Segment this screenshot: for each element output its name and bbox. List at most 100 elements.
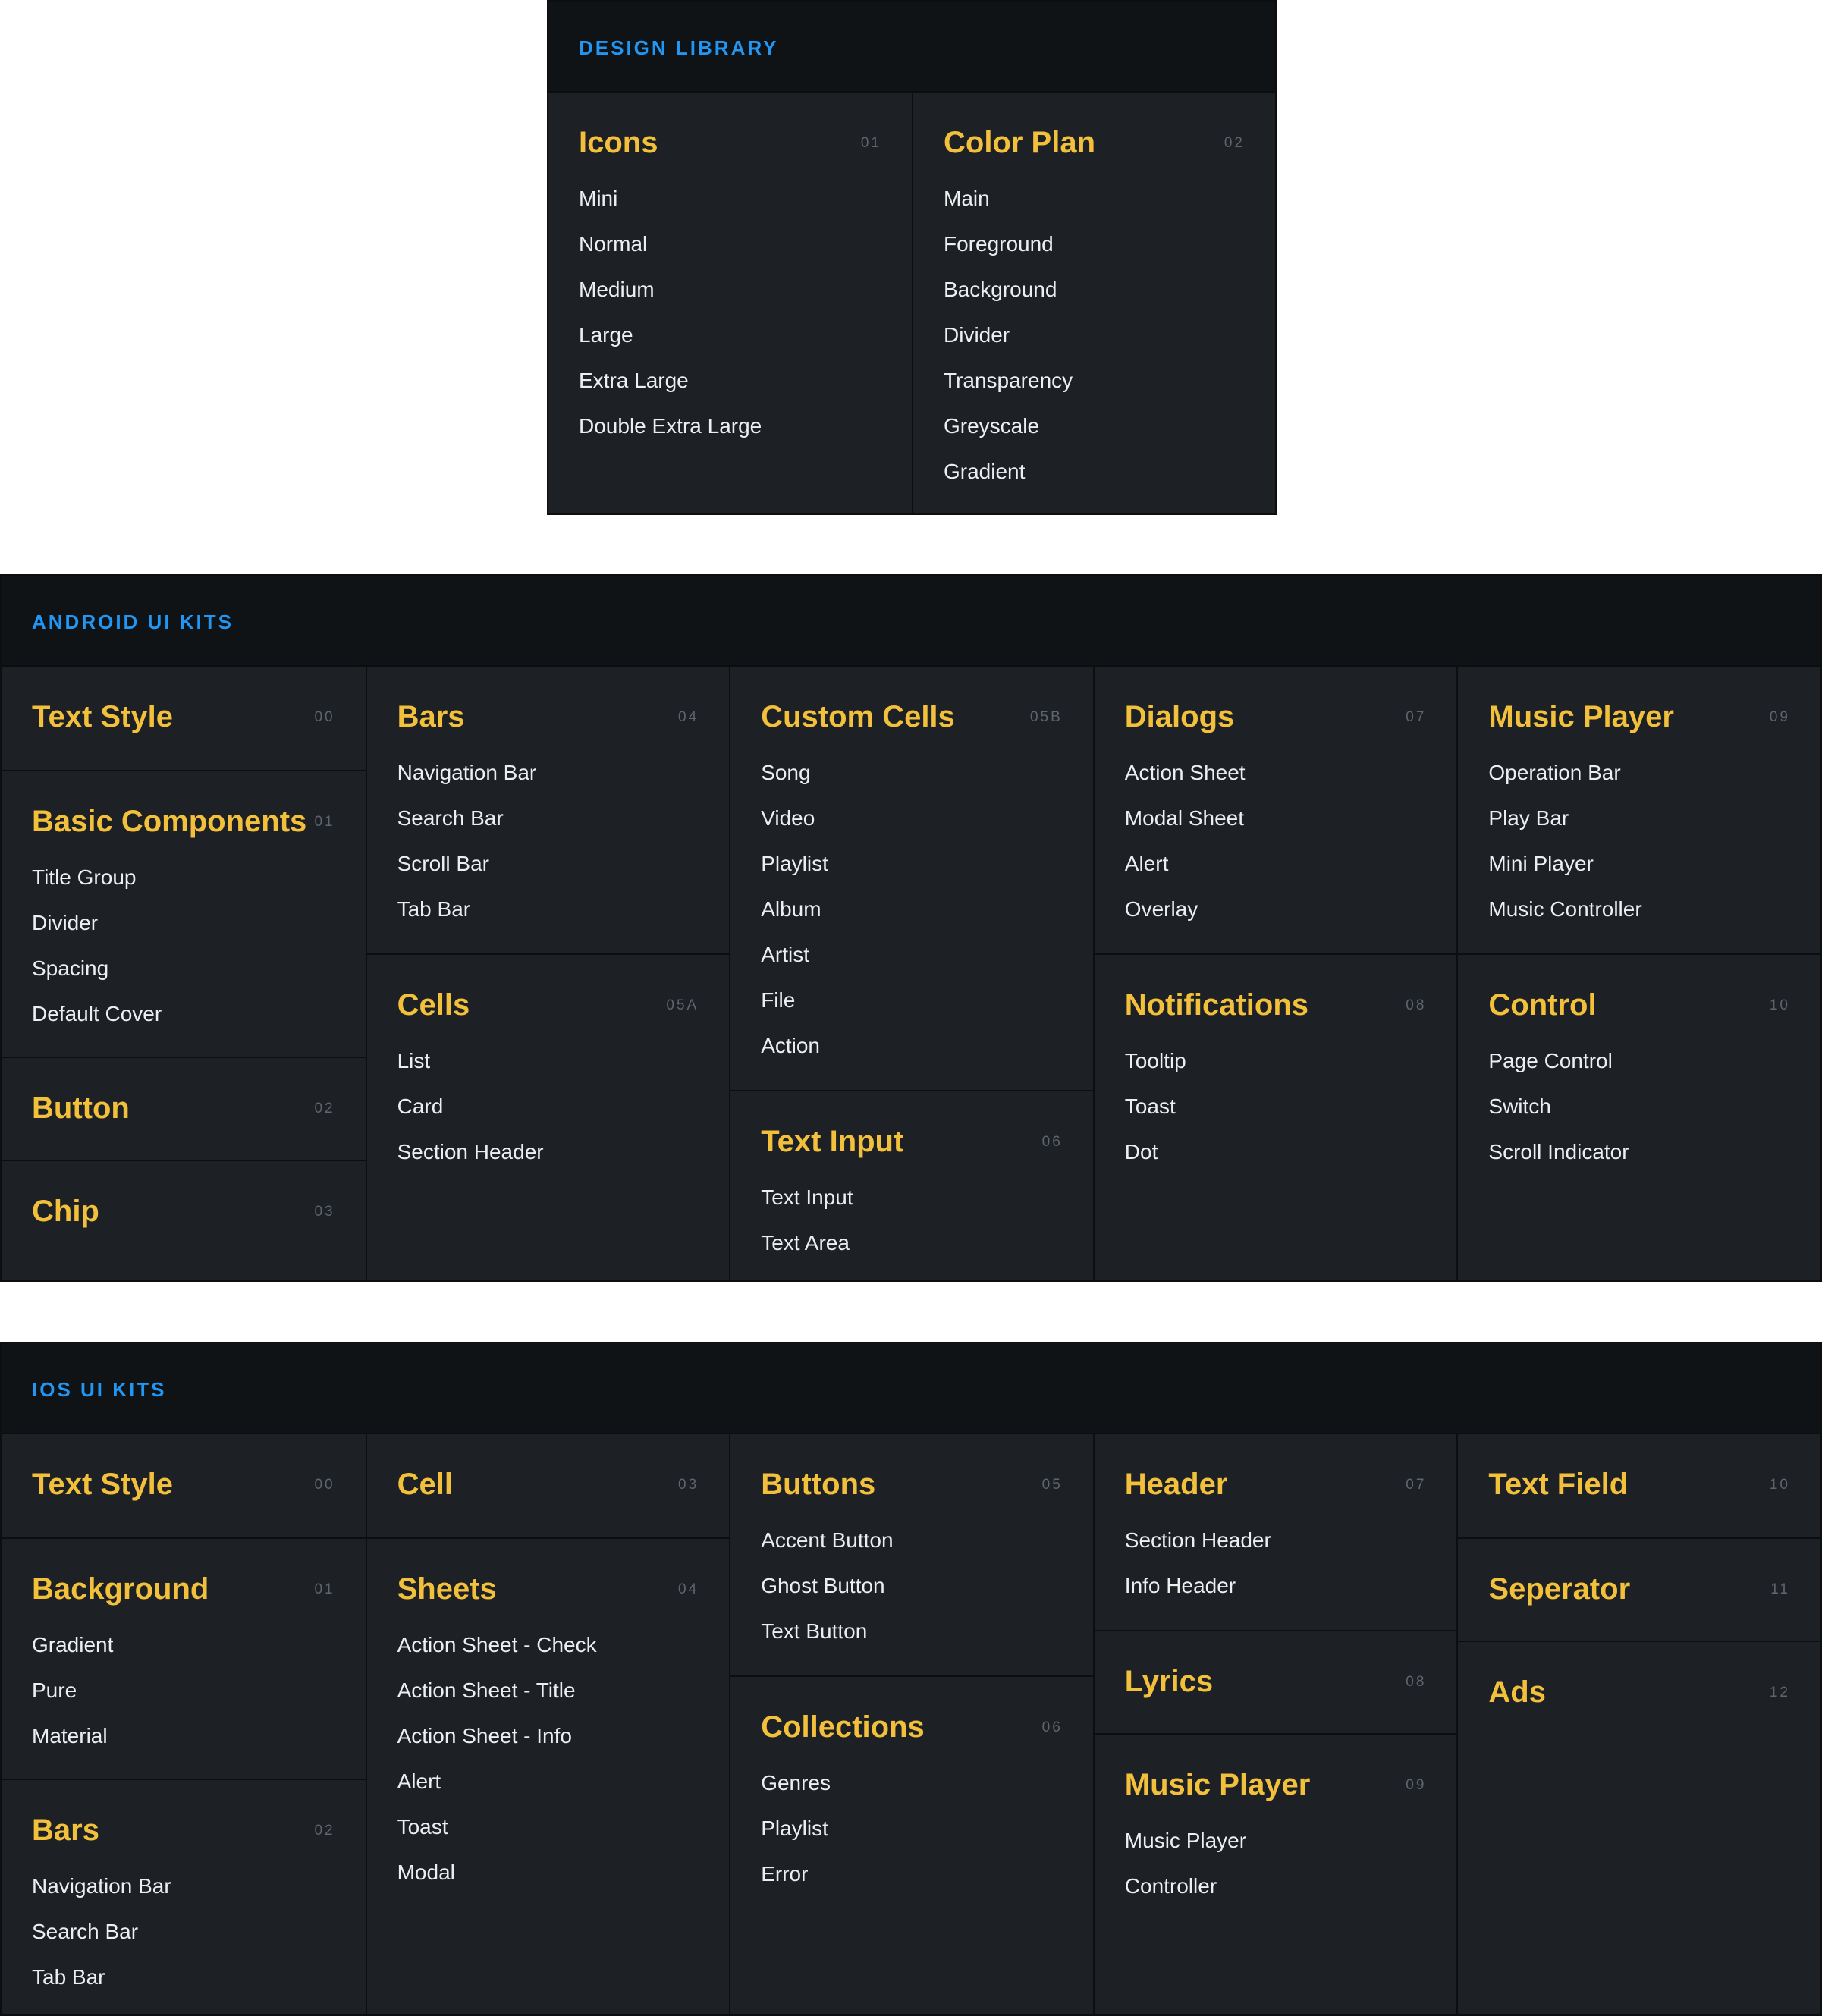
section-card-control[interactable]: Control 10 Page Control Switch Scroll Indica… — [1458, 953, 1820, 1195]
section-card-ads[interactable]: Ads 12 — [1458, 1641, 1820, 1744]
section-title[interactable]: Text Style — [32, 699, 173, 735]
section-title[interactable]: Chip — [32, 1193, 99, 1229]
section-title[interactable]: Basic Components — [32, 803, 306, 840]
section-item-alert[interactable]: Alert — [397, 1759, 699, 1804]
section-card-color-plan[interactable]: Color Plan 02 Main Foreground Background Divi… — [913, 93, 1275, 513]
section-title[interactable]: Music Player — [1488, 699, 1674, 735]
section-title[interactable]: Cell — [397, 1466, 453, 1503]
section-card-basic-components[interactable]: Basic Components 01 Title Group Divider Spac… — [2, 770, 366, 1057]
section-item-action-sheet[interactable]: Action Sheet — [1125, 750, 1427, 796]
section-title[interactable]: Ads — [1488, 1674, 1546, 1710]
section-card-lyrics[interactable]: Lyrics 08 — [1094, 1630, 1457, 1733]
section-item-divider[interactable]: Divider — [944, 312, 1245, 358]
section-item-playlist[interactable]: Playlist — [761, 841, 1063, 887]
section-item-default-cover[interactable]: Default Cover — [32, 991, 335, 1037]
section-item-play-bar[interactable]: Play Bar — [1488, 796, 1790, 841]
section-item-material[interactable]: Material — [32, 1713, 335, 1759]
section-item-main[interactable]: Main — [944, 176, 1245, 221]
section-item-spacing[interactable]: Spacing — [32, 946, 335, 991]
section-card-collections[interactable]: Collections 06 Genres Playlist Error — [730, 1675, 1093, 1917]
section-card-cell[interactable]: Cell 03 — [367, 1434, 730, 1537]
section-title[interactable]: Text Field — [1488, 1466, 1628, 1503]
section-item-list[interactable]: List — [397, 1038, 699, 1084]
section-item-foreground[interactable]: Foreground — [944, 221, 1245, 267]
section-item-tooltip[interactable]: Tooltip — [1125, 1038, 1427, 1084]
section-card-chip[interactable]: Chip 03 — [2, 1160, 366, 1263]
section-item-controller[interactable]: Controller — [1125, 1864, 1427, 1909]
section-title[interactable]: Dialogs — [1125, 699, 1234, 735]
section-card-dialogs[interactable]: Dialogs 07 Action Sheet Modal Sheet Alert Ove… — [1095, 667, 1457, 953]
section-title[interactable]: Background — [32, 1571, 209, 1607]
section-item-page-control[interactable]: Page Control — [1488, 1038, 1790, 1084]
section-title[interactable]: Buttons — [761, 1466, 875, 1503]
section-title[interactable]: Icons — [579, 124, 658, 161]
section-item-alert[interactable]: Alert — [1125, 841, 1427, 887]
section-title[interactable]: Button — [32, 1090, 130, 1126]
section-card-music-player[interactable]: Music Player 09 Music Player Controller — [1094, 1733, 1457, 1929]
section-card-text-input[interactable]: Text Input 06 Text Input Text Area — [730, 1090, 1093, 1280]
section-item-action-sheet-info[interactable]: Action Sheet - Info — [397, 1713, 699, 1759]
section-title[interactable]: Collections — [761, 1709, 925, 1745]
section-item-tab-bar[interactable]: Tab Bar — [32, 1955, 335, 2000]
section-card-cells[interactable]: Cells 05A List Card Section Header — [366, 953, 730, 1195]
section-card-music-player[interactable]: Music Player 09 Operation Bar Play Bar Mini … — [1458, 667, 1820, 953]
section-title[interactable]: Lyrics — [1125, 1663, 1213, 1700]
section-card-text-style[interactable]: Text Style 00 — [2, 667, 366, 770]
section-card-notifications[interactable]: Notifications 08 Tooltip Toast Dot — [1094, 953, 1457, 1195]
section-item-background[interactable]: Background — [944, 267, 1245, 312]
section-item-double-extra-large[interactable]: Double Extra Large — [579, 404, 881, 449]
section-title[interactable]: Cells — [397, 987, 470, 1023]
section-item-section-header[interactable]: Section Header — [397, 1129, 699, 1175]
section-item-mini-player[interactable]: Mini Player — [1488, 841, 1790, 887]
section-item-pure[interactable]: Pure — [32, 1668, 335, 1713]
section-item-info-header[interactable]: Info Header — [1125, 1563, 1427, 1609]
section-item-section-header[interactable]: Section Header — [1125, 1518, 1427, 1563]
section-item-large[interactable]: Large — [579, 312, 881, 358]
section-item-search-bar[interactable]: Search Bar — [397, 796, 699, 841]
section-item-title-group[interactable]: Title Group — [32, 855, 335, 900]
section-title[interactable]: Bars — [397, 699, 465, 735]
section-item-mini[interactable]: Mini — [579, 176, 881, 221]
section-item-overlay[interactable]: Overlay — [1125, 887, 1427, 932]
section-item-switch[interactable]: Switch — [1488, 1084, 1790, 1129]
section-card-header[interactable]: Header 07 Section Header Info Header — [1095, 1434, 1457, 1630]
section-item-operation-bar[interactable]: Operation Bar — [1488, 750, 1790, 796]
section-item-genres[interactable]: Genres — [761, 1760, 1063, 1806]
section-title[interactable]: Color Plan — [944, 124, 1095, 161]
section-item-artist[interactable]: Artist — [761, 932, 1063, 978]
section-title[interactable]: Text Style — [32, 1466, 173, 1503]
section-item-action-sheet-title[interactable]: Action Sheet - Title — [397, 1668, 699, 1713]
section-card-custom-cells[interactable]: Custom Cells 05B Song Video Playlist Album Art… — [730, 667, 1093, 1090]
section-item-video[interactable]: Video — [761, 796, 1063, 841]
section-item-music-player[interactable]: Music Player — [1125, 1818, 1427, 1864]
section-item-music-controller[interactable]: Music Controller — [1488, 887, 1790, 932]
section-item-navigation-bar[interactable]: Navigation Bar — [397, 750, 699, 796]
section-title[interactable]: Text Input — [761, 1123, 903, 1160]
section-item-dot[interactable]: Dot — [1125, 1129, 1427, 1175]
section-item-gradient[interactable]: Gradient — [32, 1622, 335, 1668]
section-item-search-bar[interactable]: Search Bar — [32, 1909, 335, 1955]
section-item-card[interactable]: Card — [397, 1084, 699, 1129]
section-item-action[interactable]: Action — [761, 1023, 1063, 1069]
section-item-normal[interactable]: Normal — [579, 221, 881, 267]
section-title[interactable]: Sheets — [397, 1571, 497, 1607]
section-card-text-style[interactable]: Text Style 00 — [2, 1434, 366, 1537]
section-item-scroll-bar[interactable]: Scroll Bar — [397, 841, 699, 887]
section-item-toast[interactable]: Toast — [397, 1804, 699, 1850]
section-card-bars[interactable]: Bars 04 Navigation Bar Search Bar Scroll Bar… — [367, 667, 730, 953]
section-item-tab-bar[interactable]: Tab Bar — [397, 887, 699, 932]
section-item-toast[interactable]: Toast — [1125, 1084, 1427, 1129]
section-item-modal[interactable]: Modal — [397, 1850, 699, 1895]
section-title[interactable]: Bars — [32, 1812, 99, 1848]
section-item-playlist[interactable]: Playlist — [761, 1806, 1063, 1851]
section-item-ghost-button[interactable]: Ghost Button — [761, 1563, 1063, 1609]
section-item-navigation-bar[interactable]: Navigation Bar — [32, 1864, 335, 1909]
section-item-medium[interactable]: Medium — [579, 267, 881, 312]
section-title[interactable]: Music Player — [1125, 1766, 1311, 1803]
section-title[interactable]: Header — [1125, 1466, 1228, 1503]
section-item-song[interactable]: Song — [761, 750, 1063, 796]
section-item-scroll-indicator[interactable]: Scroll Indicator — [1488, 1129, 1790, 1175]
section-item-extra-large[interactable]: Extra Large — [579, 358, 881, 404]
section-card-background[interactable]: Background 01 Gradient Pure Material — [2, 1537, 366, 1779]
section-title[interactable]: Notifications — [1125, 987, 1308, 1023]
